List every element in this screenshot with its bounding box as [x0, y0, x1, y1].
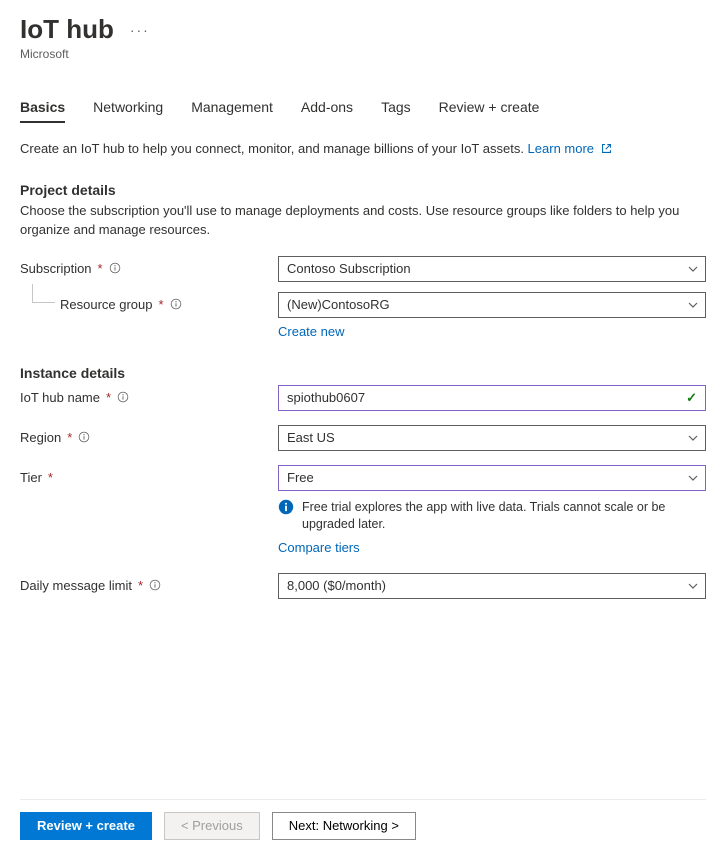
tab-basics[interactable]: Basics: [20, 99, 65, 123]
info-icon[interactable]: [109, 262, 121, 274]
compare-tiers-link[interactable]: Compare tiers: [278, 540, 360, 555]
required-indicator: *: [106, 390, 111, 405]
tier-label: Tier: [20, 470, 42, 485]
tab-bar: Basics Networking Management Add-ons Tag…: [20, 99, 706, 123]
rg-value: ContosoRG: [322, 297, 390, 312]
next-button[interactable]: Next: Networking >: [272, 812, 416, 840]
review-create-button[interactable]: Review + create: [20, 812, 152, 840]
rg-new-prefix: (New): [287, 297, 322, 312]
chevron-down-icon: [687, 472, 699, 484]
external-link-icon: [601, 143, 612, 154]
tab-tags[interactable]: Tags: [381, 99, 411, 123]
daily-msg-limit-select[interactable]: 8,000 ($0/month): [278, 573, 706, 599]
region-select[interactable]: East US: [278, 425, 706, 451]
chevron-down-icon: [687, 580, 699, 592]
previous-button: < Previous: [164, 812, 260, 840]
region-label: Region: [20, 430, 61, 445]
intro-text: Create an IoT hub to help you connect, m…: [20, 141, 706, 156]
region-value: East US: [287, 430, 335, 445]
intro-body: Create an IoT hub to help you connect, m…: [20, 141, 528, 156]
tab-review[interactable]: Review + create: [439, 99, 540, 123]
subscription-select[interactable]: Contoso Subscription: [278, 256, 706, 282]
tab-networking[interactable]: Networking: [93, 99, 163, 123]
required-indicator: *: [67, 430, 72, 445]
required-indicator: *: [48, 470, 53, 485]
learn-more-link[interactable]: Learn more: [528, 141, 612, 156]
daily-msg-limit-value: 8,000 ($0/month): [287, 578, 386, 593]
learn-more-label: Learn more: [528, 141, 594, 156]
more-icon[interactable]: ···: [126, 22, 154, 38]
subscription-label: Subscription: [20, 261, 92, 276]
tier-select[interactable]: Free: [278, 465, 706, 491]
daily-msg-limit-label: Daily message limit: [20, 578, 132, 593]
footer-bar: Review + create < Previous Next: Network…: [20, 799, 706, 840]
create-new-rg-link[interactable]: Create new: [278, 324, 344, 339]
info-icon[interactable]: [78, 431, 90, 443]
page-title: IoT hub: [20, 14, 114, 45]
project-details-desc: Choose the subscription you'll use to ma…: [20, 202, 706, 240]
resource-group-select[interactable]: (New) ContosoRG: [278, 292, 706, 318]
required-indicator: *: [98, 261, 103, 276]
publisher-label: Microsoft: [20, 47, 706, 61]
instance-details-heading: Instance details: [20, 365, 706, 381]
subscription-value: Contoso Subscription: [287, 261, 411, 276]
required-indicator: *: [159, 297, 164, 312]
required-indicator: *: [138, 578, 143, 593]
iothub-name-value: spiothub0607: [287, 390, 365, 405]
info-badge-icon: [278, 499, 294, 515]
valid-check-icon: ✓: [686, 390, 697, 406]
project-details-heading: Project details: [20, 182, 706, 198]
iothub-name-label: IoT hub name: [20, 390, 100, 405]
tier-info-text: Free trial explores the app with live da…: [302, 499, 706, 534]
info-icon[interactable]: [170, 298, 182, 310]
chevron-down-icon: [687, 432, 699, 444]
chevron-down-icon: [687, 299, 699, 311]
info-icon[interactable]: [149, 579, 161, 591]
chevron-down-icon: [687, 263, 699, 275]
iothub-name-input[interactable]: spiothub0607 ✓: [278, 385, 706, 411]
tab-addons[interactable]: Add-ons: [301, 99, 353, 123]
resource-group-label: Resource group: [60, 297, 153, 312]
info-icon[interactable]: [117, 391, 129, 403]
tab-management[interactable]: Management: [191, 99, 273, 123]
tier-value: Free: [287, 470, 314, 485]
